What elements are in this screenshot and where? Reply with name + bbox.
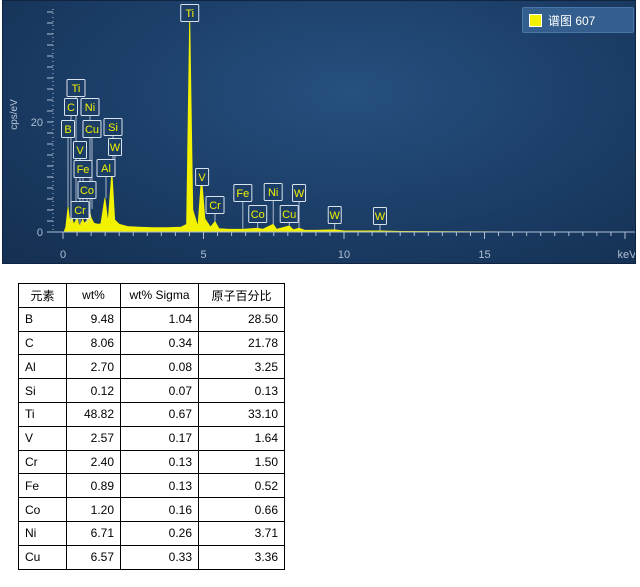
spectrum-panel: 0 5 10 15 keV 0 20 Ti V Cr Fe Ni W Co Cu W W Ti C Ni B Cu Si W V… — [2, 0, 636, 264]
table-cell-element: C — [18, 330, 67, 356]
table-cell-element: Ni — [18, 520, 67, 546]
table-cell-element: B — [18, 306, 67, 332]
peak-label: W — [294, 188, 305, 200]
peak-label: Co — [251, 209, 265, 221]
peak-label: Fe — [77, 164, 90, 176]
peak-label: Ti — [185, 8, 194, 20]
peak-label: Cr — [74, 205, 86, 217]
peak-label: Ni — [268, 187, 278, 199]
legend[interactable]: 谱图 607 — [522, 7, 634, 33]
peak-label: Cr — [209, 200, 221, 212]
peak-label: V — [198, 172, 206, 184]
y-tick-label: 20 — [31, 117, 43, 129]
x-axis-label: keV — [618, 249, 636, 261]
table-cell-value: 48.82 — [66, 401, 121, 427]
table-header-row: 元素 wt% wt% Sigma 原子百分比 — [18, 283, 285, 308]
table-row: C 8.06 0.34 21.78 — [18, 330, 285, 356]
table-cell-value: 0.08 — [120, 354, 199, 380]
peak-label: W — [110, 142, 121, 154]
header-atomic-percent: 原子百分比 — [198, 283, 285, 308]
y-axis-label: cps/eV — [8, 99, 20, 130]
table-cell-value: 0.67 — [120, 401, 199, 427]
table-cell-element: Fe — [18, 473, 67, 499]
table-cell-element: Co — [18, 497, 67, 522]
peak-label: B — [64, 124, 71, 136]
peak-label: Cu — [85, 124, 99, 136]
peak-label: Fe — [236, 188, 249, 200]
peak-label: C — [67, 102, 75, 114]
table-row: Fe 0.89 0.13 0.52 — [18, 473, 285, 499]
x-tick-label: 5 — [200, 249, 206, 261]
table-cell-value: 0.07 — [120, 378, 199, 403]
table-cell-value: 2.40 — [66, 449, 121, 475]
table-cell-value: 0.89 — [66, 473, 121, 499]
table-cell-value: 0.26 — [120, 520, 199, 546]
legend-label: 谱图 607 — [548, 13, 596, 28]
table-cell-value: 0.16 — [120, 497, 199, 522]
x-tick-label: 15 — [478, 249, 490, 261]
table-row: Ti 48.82 0.67 33.10 — [18, 401, 285, 427]
table-cell-value: 0.13 — [120, 449, 199, 475]
table-cell-value: 0.34 — [120, 330, 199, 356]
peak-label: Ni — [85, 102, 95, 114]
table-cell-value: 6.57 — [66, 544, 121, 570]
table-row: Si 0.12 0.07 0.13 — [18, 378, 285, 403]
spectrum-series — [63, 14, 626, 233]
peak-label: Si — [108, 122, 118, 134]
table-row: Al 2.70 0.08 3.25 — [18, 354, 285, 380]
table-cell-value: 3.25 — [198, 354, 285, 380]
table-row: Cr 2.40 0.13 1.50 — [18, 449, 285, 475]
peak-label: V — [76, 145, 84, 157]
header-wt: wt% — [66, 283, 121, 308]
table-cell-value: 1.64 — [198, 425, 285, 451]
table-cell-element: V — [18, 425, 67, 451]
header-wt-sigma: wt% Sigma — [120, 283, 199, 308]
table-cell-element: Al — [18, 354, 67, 380]
table-cell-value: 0.13 — [198, 378, 285, 403]
table-cell-element: Cu — [18, 544, 67, 570]
peak-label: W — [330, 210, 341, 222]
table-cell-value: 21.78 — [198, 330, 285, 356]
table-cell-value: 8.06 — [66, 330, 121, 356]
table-cell-value: 1.50 — [198, 449, 285, 475]
table-cell-value: 28.50 — [198, 306, 285, 332]
y-tick-label: 0 — [37, 227, 43, 239]
table-cell-value: 9.48 — [66, 306, 121, 332]
table-row: Co 1.20 0.16 0.66 — [18, 497, 285, 522]
table-cell-value: 0.33 — [120, 544, 199, 570]
table-cell-value: 6.71 — [66, 520, 121, 546]
table-row: Cu 6.57 0.33 3.36 — [18, 544, 285, 570]
table-cell-value: 33.10 — [198, 401, 285, 427]
x-tick-label: 0 — [60, 249, 66, 261]
table-cell-element: Si — [18, 378, 67, 403]
peak-label: W — [375, 211, 386, 223]
peak-label: Al — [101, 163, 111, 175]
peak-label: Ti — [72, 83, 81, 95]
table-cell-value: 0.52 — [198, 473, 285, 499]
table-cell-element: Cr — [18, 449, 67, 475]
table-row: B 9.48 1.04 28.50 — [18, 306, 285, 332]
table-cell-value: 2.57 — [66, 425, 121, 451]
x-tick-label: 10 — [338, 249, 350, 261]
table-cell-value: 3.71 — [198, 520, 285, 546]
table-cell-value: 0.66 — [198, 497, 285, 522]
table-cell-value: 2.70 — [66, 354, 121, 380]
legend-swatch — [529, 13, 542, 27]
table-row: V 2.57 0.17 1.64 — [18, 425, 285, 451]
table-cell-value: 1.04 — [120, 306, 199, 332]
table-cell-value: 0.12 — [66, 378, 121, 403]
table-row: Ni 6.71 0.26 3.71 — [18, 520, 285, 546]
header-element: 元素 — [18, 283, 67, 308]
peak-label: Co — [80, 185, 94, 197]
table-cell-value: 1.20 — [66, 497, 121, 522]
table-cell-value: 0.17 — [120, 425, 199, 451]
peak-label: Cu — [282, 209, 296, 221]
table-cell-value: 3.36 — [198, 544, 285, 570]
table-cell-element: Ti — [18, 401, 67, 427]
composition-table: 元素 wt% wt% Sigma 原子百分比 B 9.48 1.04 28.50 C 8.… — [18, 283, 285, 570]
spectrum-chart: 0 5 10 15 keV 0 20 Ti V Cr Fe Ni W Co Cu W W Ti C Ni B Cu Si W V… — [31, 4, 636, 261]
table-cell-value: 0.13 — [120, 473, 199, 499]
